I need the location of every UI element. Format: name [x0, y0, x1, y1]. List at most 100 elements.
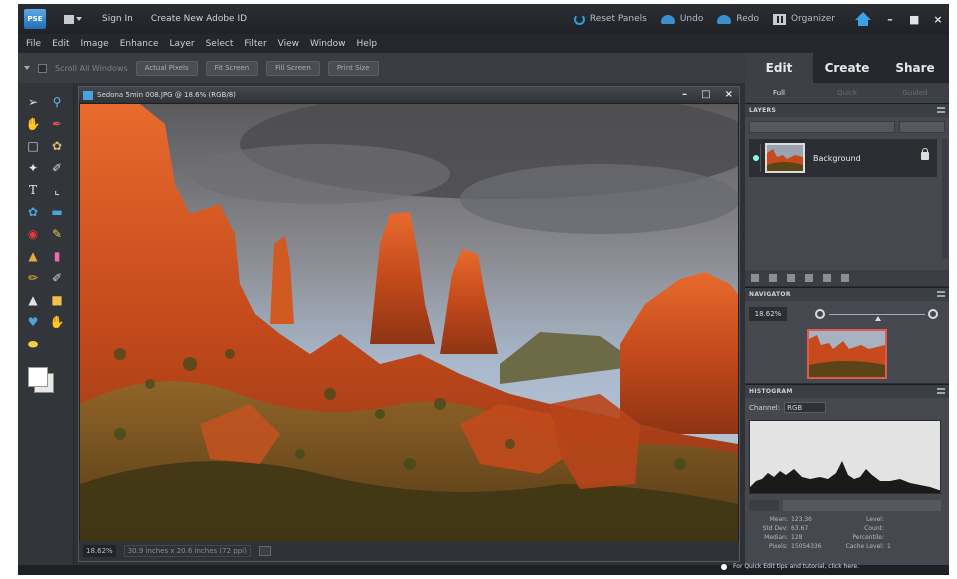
subtab-quick[interactable]: Quick	[813, 89, 881, 97]
workspace-menu-icon[interactable]	[64, 12, 84, 26]
menu-help[interactable]: Help	[357, 39, 378, 49]
navigator-zoom-field[interactable]: 18.62%	[749, 307, 787, 321]
move-icon[interactable]: ➢	[24, 93, 42, 111]
reset-panels-label: Reset Panels	[589, 14, 647, 24]
gradient-icon[interactable]: ▲	[24, 291, 42, 309]
lock-icon	[921, 148, 929, 160]
menu-filter[interactable]: Filter	[244, 39, 266, 49]
document-info[interactable]: 30.9 inches x 20.6 inches (72 ppi)	[123, 545, 251, 557]
menu-file[interactable]: File	[26, 39, 41, 49]
stat-median-value: 128	[791, 534, 803, 541]
fit-screen-button[interactable]: Fit Screen	[205, 60, 259, 76]
navigator-thumbnail[interactable]	[807, 329, 887, 379]
menu-select[interactable]: Select	[206, 39, 234, 49]
document-title-bar[interactable]: Sedona 5min 008.JPG @ 18.6% (RGB/8) – □ …	[79, 87, 739, 103]
panel-menu-icon[interactable]	[937, 291, 945, 297]
scroll-all-windows-checkbox[interactable]	[38, 63, 47, 73]
hand-icon[interactable]: ✋	[24, 115, 42, 133]
zoom-level-field[interactable]: 18.62%	[83, 545, 116, 557]
new-layer-icon[interactable]	[751, 274, 759, 282]
stat-percentile-value	[887, 534, 927, 541]
visibility-eye-icon[interactable]	[751, 144, 761, 172]
stat-stddev-value: 63.67	[791, 525, 809, 532]
menu-view[interactable]: View	[278, 39, 299, 49]
stat-level-value	[887, 516, 927, 523]
shape-icon[interactable]: ♥	[24, 313, 42, 331]
foreground-color-swatch[interactable]	[28, 367, 48, 387]
crop-icon[interactable]: ⌞	[48, 181, 66, 199]
menu-layer[interactable]: Layer	[170, 39, 195, 49]
sign-in-link[interactable]: Sign In	[102, 14, 133, 24]
menu-window[interactable]: Window	[310, 39, 346, 49]
blur-icon[interactable]: ✋	[48, 313, 66, 331]
layers-panel-header[interactable]: LAYERS	[745, 103, 949, 117]
menu-edit[interactable]: Edit	[52, 39, 69, 49]
navigator-panel-header[interactable]: NAVIGATOR	[745, 287, 949, 301]
menu-image[interactable]: Image	[81, 39, 109, 49]
undo-button[interactable]: Undo	[660, 14, 703, 24]
clone-stamp-icon[interactable]: ▲	[24, 247, 42, 265]
zoom-in-icon[interactable]	[928, 309, 938, 319]
eraser-icon[interactable]: ▮	[48, 247, 66, 265]
new-group-icon[interactable]	[769, 274, 777, 282]
create-adobe-id-link[interactable]: Create New Adobe ID	[151, 14, 247, 24]
subtab-guided[interactable]: Guided	[881, 89, 949, 97]
zoom-slider[interactable]	[829, 314, 925, 315]
photoshop-elements-window: PSE Sign In Create New Adobe ID Reset Pa…	[18, 4, 949, 575]
horizontal-scrollbar[interactable]	[258, 546, 271, 556]
tab-share[interactable]: Share	[881, 53, 949, 83]
panel-menu-icon[interactable]	[937, 388, 945, 394]
opacity-field[interactable]	[899, 121, 945, 133]
type-icon[interactable]: T	[24, 181, 42, 199]
tab-create[interactable]: Create	[813, 53, 881, 83]
layer-row-background[interactable]: Background	[749, 139, 937, 177]
tool-preset-icon[interactable]	[24, 66, 30, 70]
blend-mode-select[interactable]	[749, 121, 895, 133]
link-layers-icon[interactable]	[805, 274, 813, 282]
zoom-icon[interactable]: ⚲	[48, 93, 66, 111]
actual-pixels-button[interactable]: Actual Pixels	[135, 60, 198, 76]
delete-layer-icon[interactable]	[841, 274, 849, 282]
subtab-full[interactable]: Full	[745, 89, 813, 97]
zoom-out-icon[interactable]	[815, 309, 825, 319]
doc-minimize-button[interactable]: –	[682, 89, 687, 100]
cookie-cutter-icon[interactable]: ✿	[24, 203, 42, 221]
organizer-button[interactable]: Organizer	[772, 13, 835, 25]
home-button[interactable]	[855, 12, 871, 26]
adjustment-layer-icon[interactable]	[787, 274, 795, 282]
fill-screen-button[interactable]: Fill Screen	[266, 60, 320, 76]
document-title: Sedona 5min 008.JPG @ 18.6% (RGB/8)	[97, 91, 236, 99]
spot-healing-icon[interactable]: ✎	[48, 225, 66, 243]
lock-transparency-icon[interactable]	[823, 274, 831, 282]
minimize-button[interactable]: –	[885, 13, 895, 26]
tip-text: For Quick Edit tips and tutorial, click …	[733, 563, 859, 570]
eyedropper-icon[interactable]: ✒	[48, 115, 66, 133]
zoom-slider-handle[interactable]	[875, 316, 881, 321]
doc-close-button[interactable]: ×	[725, 89, 733, 100]
layers-scrollbar[interactable]	[942, 139, 948, 259]
quick-edit-tip-link[interactable]: For Quick Edit tips and tutorial, click …	[721, 563, 859, 570]
tab-edit[interactable]: Edit	[745, 53, 813, 83]
red-eye-icon[interactable]: ◉	[24, 225, 42, 243]
histogram-panel-header[interactable]: HISTOGRAM	[745, 384, 949, 398]
magic-wand-icon[interactable]: ✦	[24, 159, 42, 177]
image-canvas[interactable]	[80, 104, 738, 541]
redo-button[interactable]: Redo	[717, 14, 759, 24]
lasso-icon[interactable]: ✿	[48, 137, 66, 155]
panel-menu-icon[interactable]	[937, 107, 945, 113]
maximize-button[interactable]: ■	[909, 13, 919, 26]
brush-icon[interactable]: ✏	[24, 269, 42, 287]
close-button[interactable]: ×	[933, 13, 943, 26]
doc-maximize-button[interactable]: □	[701, 89, 710, 100]
quick-selection-icon[interactable]: ✐	[48, 159, 66, 177]
paint-bucket-icon[interactable]: ■	[48, 291, 66, 309]
marquee-icon[interactable]: □	[24, 137, 42, 155]
channel-select[interactable]: RGB	[784, 402, 827, 413]
reset-panels-button[interactable]: Reset Panels	[573, 13, 647, 25]
smart-brush-icon[interactable]: ✐	[48, 269, 66, 287]
straighten-icon[interactable]: ▬	[48, 203, 66, 221]
menu-enhance[interactable]: Enhance	[120, 39, 159, 49]
print-size-button[interactable]: Print Size	[327, 60, 379, 76]
source-select[interactable]	[783, 500, 941, 511]
sponge-icon[interactable]: ⬬	[24, 335, 42, 353]
